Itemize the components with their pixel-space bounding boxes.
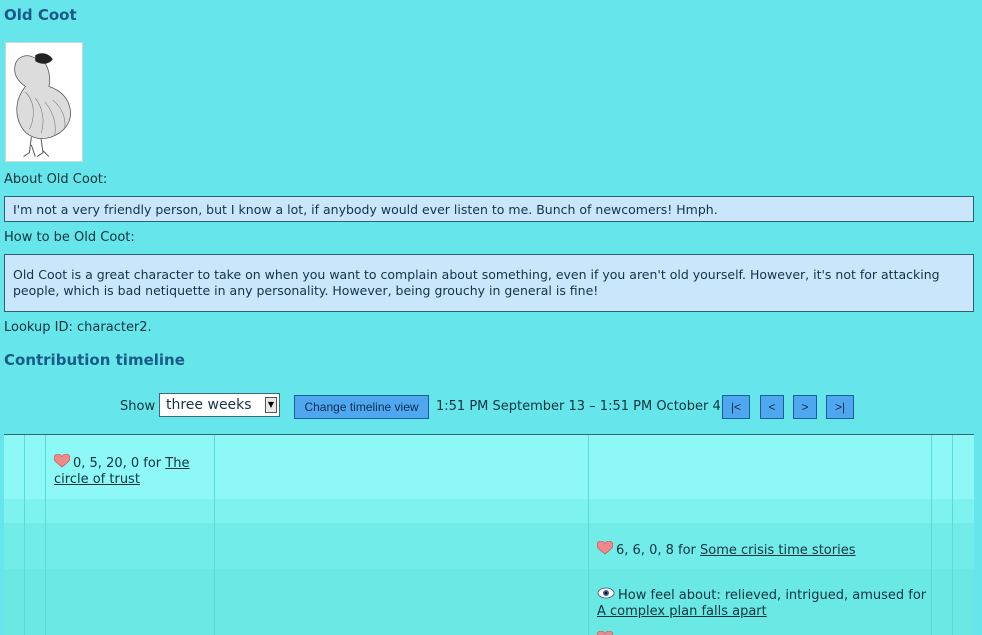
last-page-button[interactable]: >|	[826, 395, 854, 419]
timeline-band	[4, 499, 974, 523]
character-portrait	[5, 42, 83, 162]
previous-page-button[interactable]: <	[760, 395, 784, 419]
entry-link[interactable]: Some crisis time stories	[700, 543, 855, 558]
eye-icon	[597, 587, 615, 599]
timeline-entry: 6, 6, 0, 8 for Some crisis time stories	[597, 541, 927, 559]
timeline-column-divider	[931, 435, 932, 635]
timeline-entry: How feel about: relieved, intrigued, amu…	[597, 587, 927, 620]
timeline-column-divider	[45, 435, 46, 635]
how-to-text-box: Old Coot is a great character to take on…	[4, 254, 974, 312]
how-to-label: How to be Old Coot:	[4, 230, 135, 245]
entry-values: 0, 5, 20, 0 for	[73, 456, 162, 471]
about-label: About Old Coot:	[4, 172, 108, 187]
timeline-controls: Show three weeks ▼ Change timeline view …	[0, 393, 982, 421]
heart-icon	[597, 541, 613, 555]
first-page-button[interactable]: |<	[722, 395, 750, 419]
lookup-id: Lookup ID: character2.	[4, 320, 152, 335]
timeline-column-divider	[952, 435, 953, 635]
about-text-box: I'm not a very friendly person, but I kn…	[4, 196, 974, 222]
heart-icon	[597, 631, 613, 635]
show-label: Show	[120, 399, 156, 414]
change-timeline-view-button[interactable]: Change timeline view	[294, 395, 429, 419]
timeline-range-text: 1:51 PM September 13 – 1:51 PM October 4	[436, 399, 721, 414]
timeline-column-divider	[588, 435, 589, 635]
heart-icon	[54, 454, 70, 468]
bird-sketch-image	[6, 43, 82, 161]
timeline-column-divider	[24, 435, 25, 635]
page-title: Old Coot	[4, 6, 77, 24]
timeline-heading: Contribution timeline	[4, 351, 185, 369]
dropdown-arrow-icon[interactable]: ▼	[265, 397, 277, 413]
timeline-entry: 0, 5, 20, 0 for The circle of trust	[54, 454, 206, 488]
timeline-column-divider	[214, 435, 215, 635]
select-value: three weeks	[166, 397, 252, 413]
entry-values: How feel about: relieved, intrigued, amu…	[618, 588, 927, 603]
next-page-button[interactable]: >	[793, 395, 817, 419]
contribution-timeline: 0, 5, 20, 0 for The circle of trust 6, 6…	[4, 434, 974, 635]
entry-link[interactable]: A complex plan falls apart	[597, 604, 767, 619]
entry-values: 6, 6, 0, 8 for	[616, 543, 696, 558]
timeline-range-select[interactable]: three weeks ▼	[159, 393, 280, 417]
